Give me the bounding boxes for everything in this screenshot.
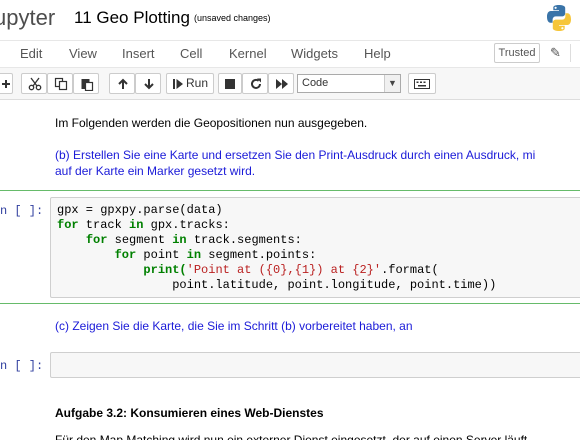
notebook-header: upyter 11 Geo Plotting (unsaved changes) <box>0 0 580 40</box>
paste-icon <box>81 79 94 91</box>
arrow-up-icon <box>118 78 128 89</box>
interrupt-kernel-button[interactable] <box>218 73 242 94</box>
trusted-indicator[interactable]: Trusted <box>494 43 540 63</box>
restart-icon <box>251 78 261 89</box>
fast-forward-icon <box>276 79 288 89</box>
code-line: point.latitude, point.longitude, point.t… <box>172 278 497 292</box>
run-label: Run <box>186 76 209 90</box>
cell-type-select[interactable]: Code ▼ <box>297 74 401 93</box>
menu-widgets[interactable]: Widgets <box>291 46 338 61</box>
copy-button[interactable] <box>47 73 73 94</box>
cell-type-value: Code <box>302 77 329 89</box>
menu-kernel[interactable]: Kernel <box>229 46 267 61</box>
jupyter-logo[interactable]: upyter <box>0 5 55 31</box>
restart-kernel-button[interactable] <box>242 73 268 94</box>
scissors-icon <box>28 77 42 91</box>
code-line: for segment in track.segments: <box>85 233 302 247</box>
edit-pencil-icon[interactable]: ✎ <box>550 45 561 61</box>
section-heading: Aufgabe 3.2: Konsumieren eines Web-Diens… <box>55 406 324 420</box>
menubar-divider <box>570 44 571 62</box>
selected-cell-top-border <box>0 190 580 191</box>
menu-help[interactable]: Help <box>364 46 391 61</box>
stop-icon <box>225 79 235 89</box>
run-button[interactable]: Run <box>166 73 214 94</box>
move-up-button[interactable] <box>109 73 135 94</box>
code-line: for point in segment.points: <box>114 248 317 262</box>
command-palette-button[interactable] <box>408 73 436 94</box>
menu-cell[interactable]: Cell <box>180 46 202 61</box>
move-down-button[interactable] <box>135 73 161 94</box>
python-logo-icon <box>547 5 571 31</box>
menu-view[interactable]: View <box>69 46 97 61</box>
menu-edit[interactable]: Edit <box>20 46 42 61</box>
insert-cell-button[interactable] <box>0 73 13 94</box>
chevron-down-icon: ▼ <box>384 75 400 92</box>
code-cell-editor[interactable]: gpx = gpxpy.parse(data) for track in gpx… <box>50 197 580 298</box>
menu-insert[interactable]: Insert <box>122 46 155 61</box>
keyboard-icon <box>414 79 430 89</box>
markdown-cell-task-c[interactable]: (c) Zeigen Sie die Karte, die Sie im Sch… <box>55 318 413 334</box>
code-line: for track in gpx.tracks: <box>57 218 230 232</box>
markdown-cell-task-b-line1[interactable]: (b) Erstellen Sie eine Karte und ersetze… <box>55 147 535 163</box>
selected-cell-bottom-border <box>0 303 580 304</box>
arrow-down-icon <box>144 79 154 90</box>
paste-button[interactable] <box>73 73 99 94</box>
cut-button[interactable] <box>21 73 47 94</box>
empty-code-cell-editor[interactable] <box>50 352 580 378</box>
markdown-cell-text[interactable]: Im Folgenden werden die Geopositionen nu… <box>55 115 367 131</box>
code-line: gpx = gpxpy.parse(data) <box>57 203 223 217</box>
restart-run-all-button[interactable] <box>268 73 294 94</box>
save-status: (unsaved changes) <box>194 13 271 23</box>
copy-icon <box>54 77 68 91</box>
input-prompt-empty: n [ ]: <box>0 359 44 373</box>
input-prompt: n [ ]: <box>0 204 44 218</box>
notebook-title[interactable]: 11 Geo Plotting <box>74 8 190 28</box>
markdown-cell-task-b-line2[interactable]: auf der Karte ein Marker gesetzt wird. <box>55 163 255 179</box>
markdown-cell-intro[interactable]: Für den Map Matching wird nun ein extern… <box>55 432 527 440</box>
plus-icon <box>2 80 10 88</box>
code-line: print('Point at ({0},{1}) at {2}'.format… <box>143 263 439 277</box>
step-forward-icon <box>173 79 183 89</box>
